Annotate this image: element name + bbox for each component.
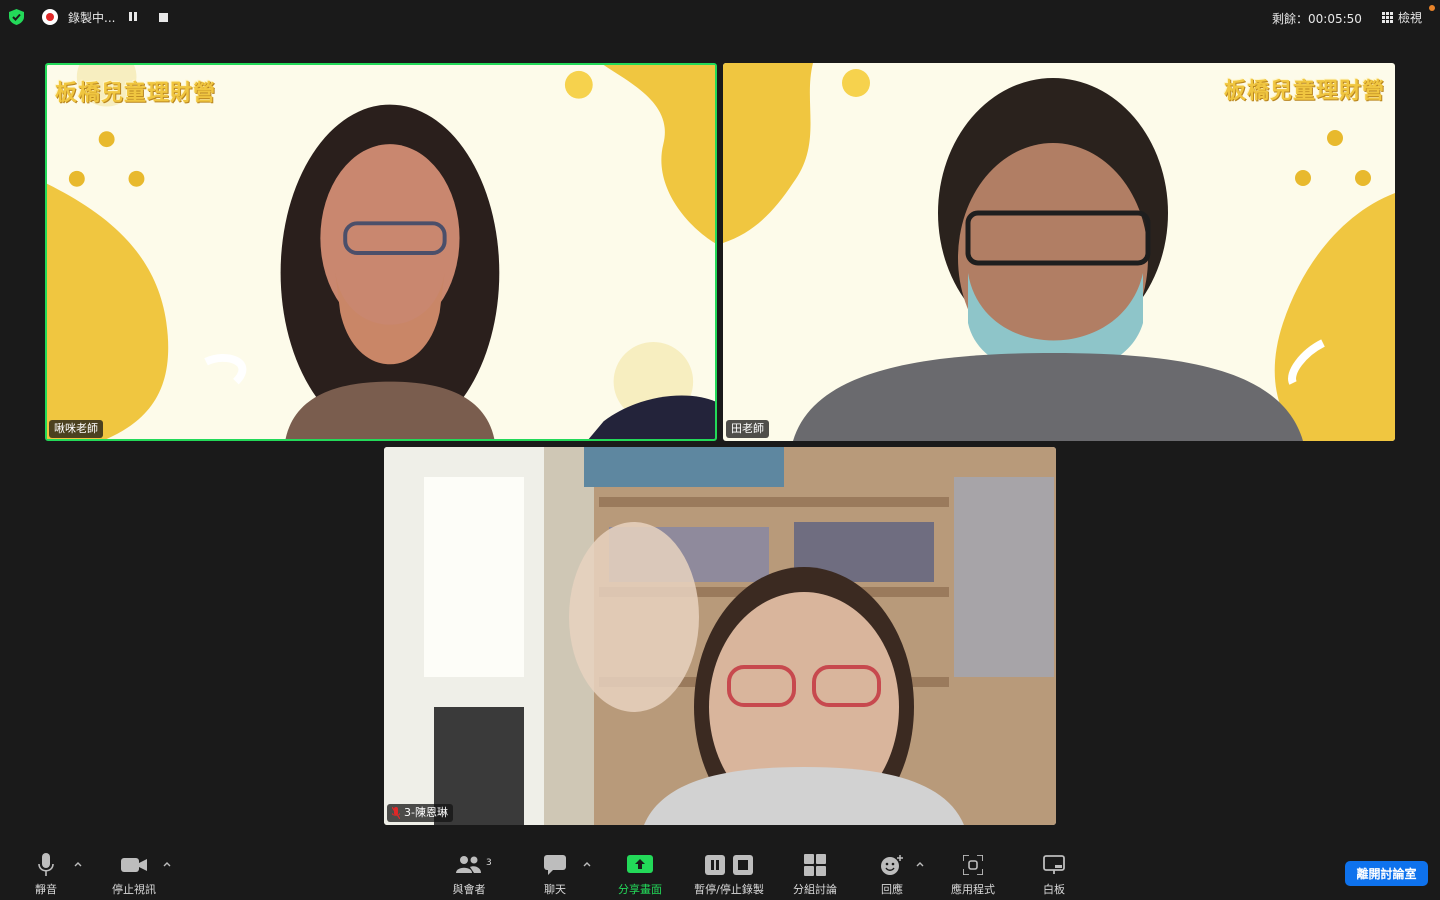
participant-name-tag: 田老師 [726, 420, 769, 438]
apps-icon [963, 855, 983, 875]
share-screen-icon [627, 855, 653, 873]
pause-icon[interactable] [129, 12, 139, 22]
grid-icon [1382, 12, 1393, 23]
participant-name: 啾咪老師 [54, 422, 98, 435]
pause-recording-icon [705, 855, 725, 875]
participant-name: 田老師 [731, 422, 764, 435]
meeting-top-bar: 錄製中... 剩餘：00:05:50 檢視 [0, 0, 1440, 34]
chevron-up-icon[interactable] [916, 860, 924, 868]
view-button[interactable]: 檢視 [1382, 9, 1422, 26]
recording-indicator: 錄製中... [42, 8, 169, 26]
video-camera-icon [121, 858, 147, 872]
shield-check-icon[interactable] [9, 9, 24, 25]
chevron-up-icon[interactable] [163, 860, 171, 868]
smiley-plus-icon [881, 855, 903, 875]
stop-video-label: 停止視訊 [112, 883, 156, 896]
participant-name: 3-陳恩琳 [404, 806, 448, 819]
chevron-up-icon[interactable] [74, 860, 82, 868]
recording-status: 錄製中... [68, 10, 116, 25]
mute-label: 靜音 [35, 883, 57, 896]
chat-bubble-icon [544, 855, 566, 875]
record-icon [42, 9, 58, 25]
chat-label: 聊天 [544, 883, 566, 896]
background-banner: 板橋兒童理財營 [55, 81, 217, 106]
view-label: 檢視 [1398, 11, 1423, 25]
participants-button[interactable]: 與會者 [424, 852, 514, 897]
breakout-rooms-icon [804, 854, 826, 876]
mute-button[interactable]: 靜音 [1, 852, 91, 897]
whiteboard-button[interactable]: 白板 [1009, 852, 1099, 897]
background-banner: 板橋兒童理財營 [1223, 79, 1385, 104]
participant-name-tag: 啾咪老師 [49, 420, 103, 438]
whiteboard-label: 白板 [1043, 883, 1065, 896]
video-tile-active-speaker[interactable]: 板橋兒童理財營 啾咪老師 [45, 63, 717, 441]
leave-room-button[interactable]: 離開討論室 [1345, 861, 1428, 886]
virtual-background [47, 65, 715, 439]
meeting-toolbar: 靜音 停止視訊 與會者 3 聊天 分享畫面 暫停/停止錄製 分組討論 回應 應用… [0, 846, 1440, 900]
pause-stop-recording-label: 暫停/停止錄製 [694, 883, 764, 896]
reactions-button[interactable]: 回應 [847, 852, 937, 897]
mic-muted-icon [392, 807, 400, 819]
pause-stop-recording-button[interactable]: 暫停/停止錄製 [684, 852, 774, 897]
participants-icon [456, 856, 481, 873]
share-screen-button[interactable]: 分享畫面 [595, 852, 685, 897]
participants-count: 3 [486, 858, 492, 868]
microphone-icon [38, 853, 54, 876]
stop-video-button[interactable]: 停止視訊 [89, 852, 179, 897]
chevron-up-icon[interactable] [583, 860, 591, 868]
video-tile[interactable]: 3-陳恩琳 [384, 447, 1056, 825]
stop-icon[interactable] [159, 12, 169, 22]
chat-button[interactable]: 聊天 [510, 852, 600, 897]
participant-name-tag: 3-陳恩琳 [387, 804, 453, 822]
apps-button[interactable]: 應用程式 [928, 852, 1018, 897]
apps-label: 應用程式 [951, 883, 995, 896]
breakout-rooms-label: 分組討論 [793, 883, 837, 896]
participants-label: 與會者 [452, 883, 486, 896]
share-screen-label: 分享畫面 [618, 883, 662, 896]
camera-feed [384, 447, 1056, 825]
remaining-time: 剩餘：00:05:50 [1272, 12, 1362, 26]
reactions-label: 回應 [881, 883, 903, 896]
stop-recording-icon [733, 855, 753, 875]
virtual-background [723, 63, 1395, 441]
notification-dot [1429, 5, 1435, 11]
video-tile[interactable]: 板橋兒童理財營 田老師 [723, 63, 1395, 441]
whiteboard-icon [1043, 855, 1065, 874]
